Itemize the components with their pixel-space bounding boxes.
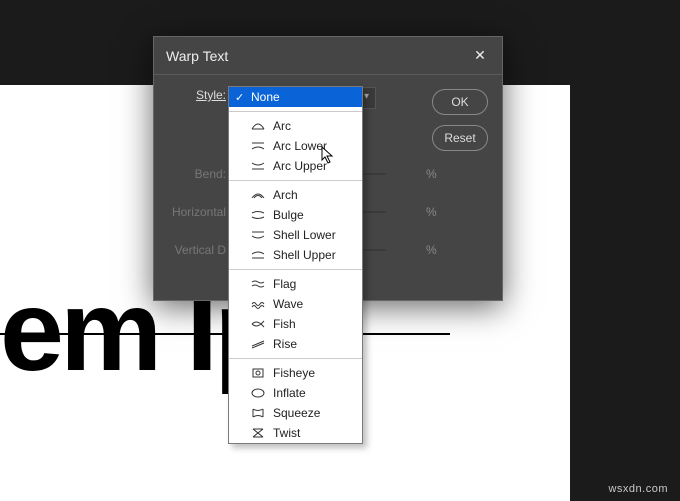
dropdown-item-label: Arc	[273, 119, 291, 133]
fisheye-icon	[251, 368, 265, 378]
dropdown-item-inflate[interactable]: Inflate	[229, 383, 362, 403]
dropdown-item-label: Squeeze	[273, 406, 320, 420]
dropdown-item-label: Shell Upper	[273, 248, 336, 262]
dropdown-item-wave[interactable]: Wave	[229, 294, 362, 314]
dropdown-item-shell-lower[interactable]: Shell Lower	[229, 225, 362, 245]
ok-button[interactable]: OK	[432, 89, 488, 115]
dropdown-item-label: Arc Lower	[273, 139, 327, 153]
dropdown-item-rise[interactable]: Rise	[229, 334, 362, 354]
style-dropdown-list[interactable]: None Arc Arc Lower Arc Upper Arch Bulge …	[228, 86, 363, 444]
dropdown-item-label: Arc Upper	[273, 159, 327, 173]
inflate-icon	[251, 388, 265, 398]
arc-upper-icon	[251, 161, 265, 171]
close-icon[interactable]: ✕	[470, 47, 490, 64]
shell-lower-icon	[251, 230, 265, 240]
dropdown-item-arc[interactable]: Arc	[229, 116, 362, 136]
watermark: wsxdn.com	[608, 483, 668, 495]
text-baseline	[0, 333, 450, 335]
bend-label: Bend:	[168, 167, 236, 181]
dropdown-item-fish[interactable]: Fish	[229, 314, 362, 334]
dropdown-item-label: Twist	[273, 426, 300, 440]
shell-upper-icon	[251, 250, 265, 260]
dropdown-item-label: Wave	[273, 297, 303, 311]
dropdown-item-none[interactable]: None	[229, 87, 362, 107]
percent-unit: %	[426, 205, 437, 219]
dropdown-item-bulge[interactable]: Bulge	[229, 205, 362, 225]
dropdown-item-flag[interactable]: Flag	[229, 274, 362, 294]
reset-button[interactable]: Reset	[432, 125, 488, 151]
dropdown-item-squeeze[interactable]: Squeeze	[229, 403, 362, 423]
dropdown-item-arc-lower[interactable]: Arc Lower	[229, 136, 362, 156]
flag-icon	[251, 279, 265, 289]
dropdown-item-label: Rise	[273, 337, 297, 351]
rise-icon	[251, 339, 265, 349]
dropdown-item-arch[interactable]: Arch	[229, 185, 362, 205]
arch-icon	[251, 190, 265, 200]
squeeze-icon	[251, 408, 265, 418]
wave-icon	[251, 299, 265, 309]
dropdown-separator	[229, 180, 362, 181]
dropdown-item-label: Shell Lower	[273, 228, 336, 242]
arc-lower-icon	[251, 141, 265, 151]
fish-icon	[251, 319, 265, 329]
dropdown-item-label: Inflate	[273, 386, 306, 400]
dropdown-separator	[229, 111, 362, 112]
horizontal-distortion-label: Horizontal	[168, 205, 236, 219]
dropdown-item-label: Fish	[273, 317, 296, 331]
dropdown-item-fisheye[interactable]: Fisheye	[229, 363, 362, 383]
bulge-icon	[251, 210, 265, 220]
dialog-titlebar[interactable]: Warp Text ✕	[154, 37, 502, 75]
cursor-icon	[321, 146, 335, 169]
dropdown-separator	[229, 269, 362, 270]
vertical-distortion-label: Vertical D	[168, 243, 236, 257]
dropdown-item-label: Bulge	[273, 208, 304, 222]
twist-icon	[251, 428, 265, 438]
dropdown-item-label: Arch	[273, 188, 298, 202]
percent-unit: %	[426, 243, 437, 257]
dialog-title: Warp Text	[166, 48, 228, 64]
dropdown-separator	[229, 358, 362, 359]
dropdown-item-label: None	[251, 90, 280, 104]
dropdown-item-label: Flag	[273, 277, 296, 291]
arc-icon	[251, 121, 265, 131]
dropdown-item-shell-upper[interactable]: Shell Upper	[229, 245, 362, 265]
style-label: Style:	[168, 88, 236, 102]
dropdown-item-label: Fisheye	[273, 366, 315, 380]
percent-unit: %	[426, 167, 437, 181]
dropdown-item-arc-upper[interactable]: Arc Upper	[229, 156, 362, 176]
dropdown-item-twist[interactable]: Twist	[229, 423, 362, 443]
